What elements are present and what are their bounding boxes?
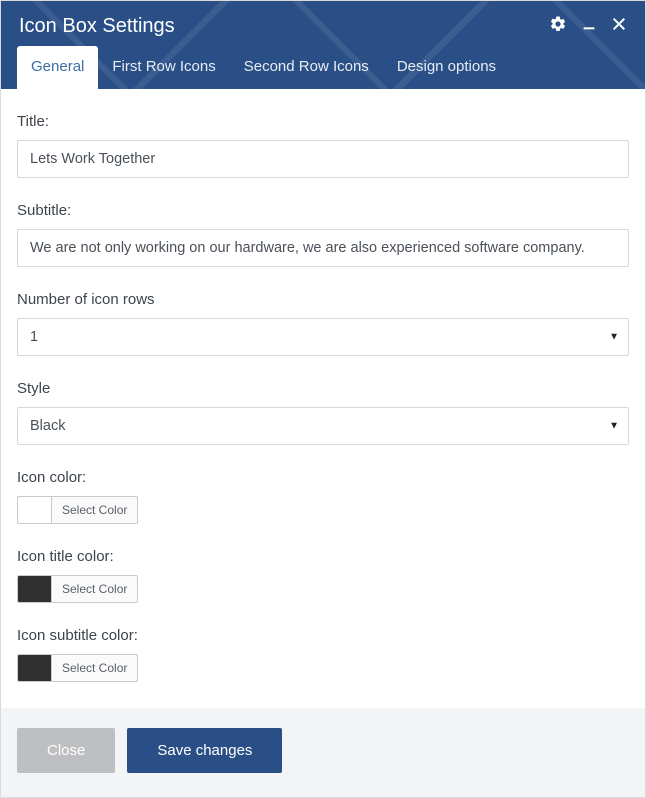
window-controls (549, 15, 627, 38)
close-button[interactable]: Close (17, 728, 115, 773)
icon-subtitle-color-label: Icon subtitle color: (17, 627, 629, 644)
tab-bar: General First Row Icons Second Row Icons… (1, 46, 645, 89)
tab-general[interactable]: General (17, 46, 98, 89)
modal-footer: Close Save changes (1, 708, 645, 797)
icon-color-row: Select Color (17, 496, 629, 524)
style-select[interactable]: Black (17, 407, 629, 445)
close-icon[interactable] (611, 16, 627, 37)
field-icon-color: Icon color: Select Color (17, 469, 629, 524)
subtitle-label: Subtitle: (17, 202, 629, 219)
style-label: Style (17, 380, 629, 397)
icon-subtitle-color-row: Select Color (17, 654, 629, 682)
icon-color-select-button[interactable]: Select Color (51, 496, 138, 524)
modal-title: Icon Box Settings (19, 15, 175, 38)
style-select-wrap: Black ▼ (17, 407, 629, 445)
icon-subtitle-color-select-button[interactable]: Select Color (51, 654, 138, 682)
minimize-icon[interactable] (581, 16, 597, 37)
icon-color-label: Icon color: (17, 469, 629, 486)
icon-title-color-row: Select Color (17, 575, 629, 603)
field-title: Title: (17, 113, 629, 178)
title-label: Title: (17, 113, 629, 130)
field-icon-subtitle-color: Icon subtitle color: Select Color (17, 627, 629, 682)
icon-title-color-swatch[interactable] (17, 575, 51, 603)
field-style: Style Black ▼ (17, 380, 629, 445)
tab-second-row-icons[interactable]: Second Row Icons (230, 46, 383, 89)
rows-select-wrap: 1 ▼ (17, 318, 629, 356)
field-subtitle: Subtitle: (17, 202, 629, 267)
modal-header: Icon Box Settings General First Row Icon… (1, 1, 645, 89)
field-icon-title-color: Icon title color: Select Color (17, 548, 629, 603)
tab-design-options[interactable]: Design options (383, 46, 510, 89)
rows-label: Number of icon rows (17, 291, 629, 308)
settings-icon[interactable] (549, 15, 567, 38)
icon-color-swatch[interactable] (17, 496, 51, 524)
header-top: Icon Box Settings (1, 1, 645, 46)
icon-subtitle-color-swatch[interactable] (17, 654, 51, 682)
field-rows: Number of icon rows 1 ▼ (17, 291, 629, 356)
tab-first-row-icons[interactable]: First Row Icons (98, 46, 229, 89)
rows-select[interactable]: 1 (17, 318, 629, 356)
icon-title-color-select-button[interactable]: Select Color (51, 575, 138, 603)
modal-body: Title: Subtitle: Number of icon rows 1 ▼… (1, 89, 645, 708)
subtitle-input[interactable] (17, 229, 629, 267)
icon-title-color-label: Icon title color: (17, 548, 629, 565)
title-input[interactable] (17, 140, 629, 178)
save-changes-button[interactable]: Save changes (127, 728, 282, 773)
icon-box-settings-modal: Icon Box Settings General First Row Icon… (0, 0, 646, 798)
